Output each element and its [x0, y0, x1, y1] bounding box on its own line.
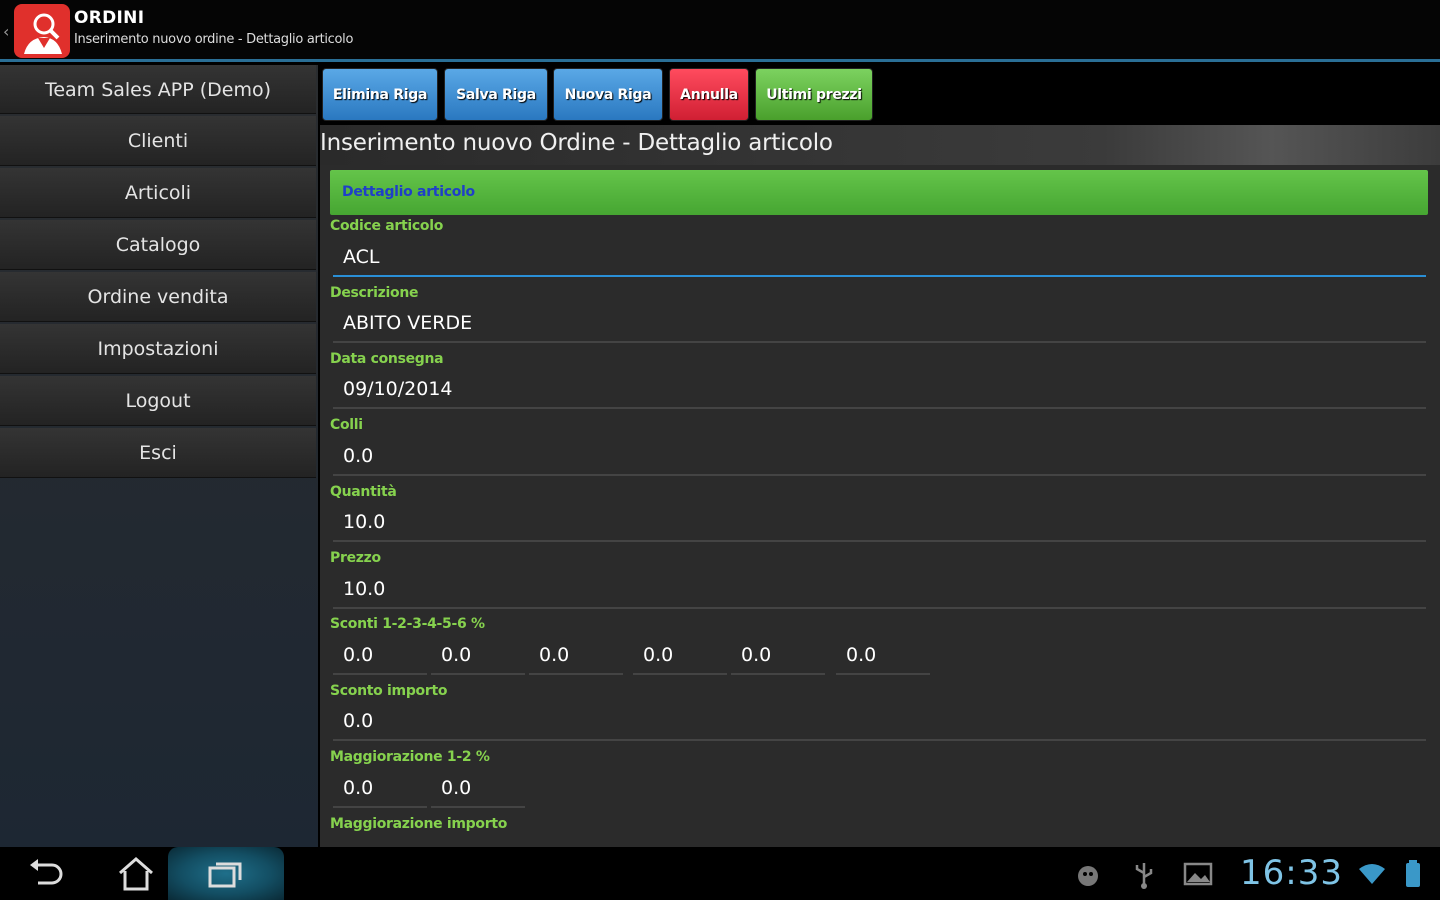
maggiorazione-1-field[interactable]: 0.0 [333, 774, 427, 808]
maggiorazione-2-field[interactable]: 0.0 [431, 774, 525, 808]
action-bar: ‹ ORDINI Inserimento nuovo ordine - Dett… [0, 0, 1440, 62]
home-icon[interactable] [116, 857, 156, 895]
sconto-importo-label: Sconto importo [330, 683, 448, 699]
codice-articolo-label: Codice articolo [330, 218, 444, 234]
sidebar-item-esci[interactable]: Esci [0, 428, 316, 478]
app-logo-icon[interactable] [14, 4, 70, 58]
android-debug-icon [1074, 861, 1102, 893]
elimina-riga-button[interactable]: Elimina Riga [322, 68, 438, 121]
sidebar-item-catalogo[interactable]: Catalogo [0, 220, 316, 270]
quantita-label: Quantità [330, 484, 397, 500]
wifi-icon [1358, 863, 1386, 889]
sconto-4-field[interactable]: 0.0 [633, 641, 727, 675]
maggiorazione-label: Maggiorazione 1-2 % [330, 749, 490, 765]
nuova-riga-button[interactable]: Nuova Riga [553, 68, 663, 121]
page-header: Inserimento nuovo Ordine - Dettaglio art… [320, 125, 1440, 165]
sconto-6-field[interactable]: 0.0 [836, 641, 930, 675]
colli-field[interactable]: 0.0 [333, 442, 1426, 476]
sconto-1-field[interactable]: 0.0 [333, 641, 427, 675]
sconto-5-field[interactable]: 0.0 [731, 641, 825, 675]
sconto-3-field[interactable]: 0.0 [529, 641, 623, 675]
quantita-field[interactable]: 10.0 [333, 508, 1426, 542]
sidebar-item-clienti[interactable]: Clienti [0, 116, 316, 166]
sconti-label: Sconti 1-2-3-4-5-6 % [330, 616, 485, 632]
recent-apps-icon[interactable] [206, 859, 246, 893]
descrizione-field[interactable]: ABITO VERDE [333, 309, 1426, 343]
colli-label: Colli [330, 417, 363, 433]
data-consegna-label: Data consegna [330, 351, 444, 367]
main-panel: Elimina Riga Salva Riga Nuova Riga Annul… [320, 65, 1440, 847]
up-caret-icon[interactable]: ‹ [3, 22, 9, 41]
toolbar: Elimina Riga Salva Riga Nuova Riga Annul… [320, 65, 1440, 125]
section-title: Dettaglio articolo [342, 184, 475, 200]
back-icon[interactable] [26, 859, 66, 893]
prezzo-label: Prezzo [330, 550, 381, 566]
clock: 16:33 [1240, 853, 1343, 893]
system-bar: 16:33 [0, 847, 1440, 900]
picture-icon [1183, 862, 1213, 890]
section-header: Dettaglio articolo [330, 170, 1428, 215]
sidebar-item-impostazioni[interactable]: Impostazioni [0, 324, 316, 374]
sidebar-item-articoli[interactable]: Articoli [0, 168, 316, 218]
sidebar-item-logout[interactable]: Logout [0, 376, 316, 426]
page-title: Inserimento nuovo Ordine - Dettaglio art… [320, 130, 833, 156]
sidebar-item-ordine-vendita[interactable]: Ordine vendita [0, 272, 316, 322]
annulla-button[interactable]: Annulla [669, 68, 749, 121]
descrizione-label: Descrizione [330, 285, 419, 301]
maggiorazione-importo-label: Maggiorazione importo [330, 816, 508, 832]
usb-icon [1132, 861, 1156, 893]
sconto-2-field[interactable]: 0.0 [431, 641, 525, 675]
app-subtitle: Inserimento nuovo ordine - Dettaglio art… [74, 32, 354, 47]
sidebar: Team Sales APP (Demo) Clienti Articoli C… [0, 65, 318, 847]
sconto-importo-field[interactable]: 0.0 [333, 707, 1426, 741]
codice-articolo-field[interactable]: ACL [333, 243, 1426, 277]
data-consegna-field[interactable]: 09/10/2014 [333, 375, 1426, 409]
prezzo-field[interactable]: 10.0 [333, 575, 1426, 609]
ultimi-prezzi-button[interactable]: Ultimi prezzi [755, 68, 873, 121]
article-detail-form: Dettaglio articolo Codice articolo ACL D… [320, 165, 1440, 847]
salva-riga-button[interactable]: Salva Riga [444, 68, 548, 121]
sidebar-item-team-sales[interactable]: Team Sales APP (Demo) [0, 65, 316, 114]
battery-icon [1404, 859, 1422, 893]
app-title: ORDINI [74, 8, 145, 28]
